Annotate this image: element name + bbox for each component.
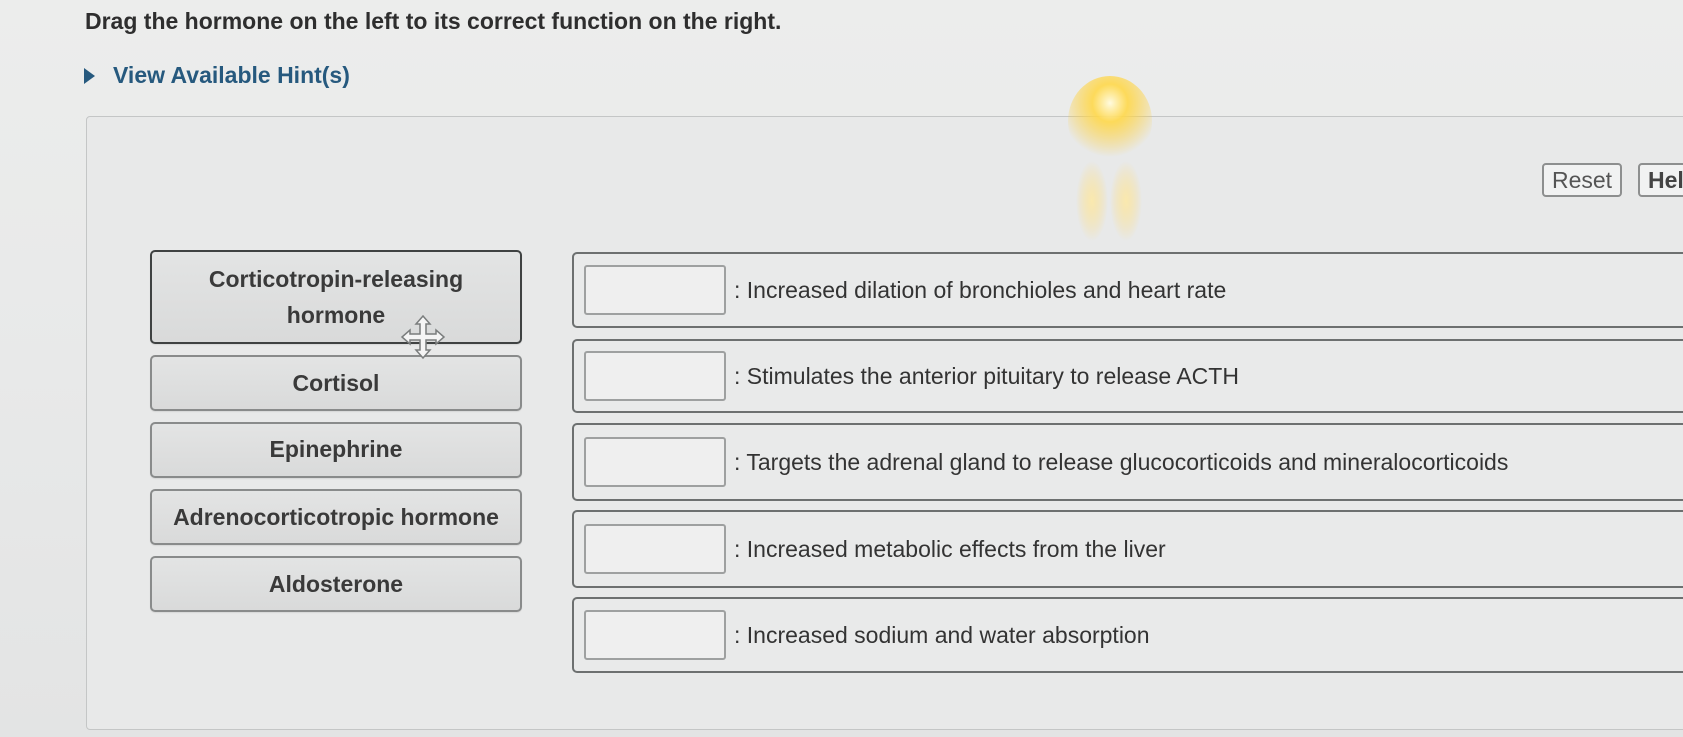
drop-row-3: : Targets the adrenal gland to release g… <box>572 423 1683 501</box>
function-label: : Increased dilation of bronchioles and … <box>734 276 1227 303</box>
drop-row-4: : Increased metabolic effects from the l… <box>572 510 1683 588</box>
function-label: : Increased metabolic effects from the l… <box>734 535 1166 562</box>
draggable-label: Epinephrine <box>269 436 403 462</box>
draggable-aldosterone[interactable]: Aldosterone <box>150 556 522 612</box>
draggable-label-line1: Corticotropin-releasing <box>208 266 464 292</box>
drop-target-3[interactable] <box>584 437 726 487</box>
drop-row-1: : Increased dilation of bronchioles and … <box>572 252 1683 328</box>
instructions-text: Drag the hormone on the left to its corr… <box>85 8 782 34</box>
draggable-adrenocorticotropic-hormone[interactable]: Adrenocorticotropic hormone <box>150 489 522 545</box>
drop-row-2: : Stimulates the anterior pituitary to r… <box>572 339 1683 413</box>
caret-right-icon <box>84 67 95 84</box>
view-hints-toggle[interactable]: View Available Hint(s) <box>84 62 350 89</box>
view-hints-label: View Available Hint(s) <box>113 62 350 88</box>
help-button[interactable]: Hel <box>1638 163 1683 197</box>
function-label: : Increased sodium and water absorption <box>734 621 1150 648</box>
page: Drag the hormone on the left to its corr… <box>0 0 1683 737</box>
drop-target-1[interactable] <box>584 265 726 315</box>
draggable-corticotropin-releasing-hormone[interactable]: Corticotropin-releasing hormone <box>150 250 522 344</box>
function-label: : Stimulates the anterior pituitary to r… <box>734 362 1239 389</box>
drop-target-4[interactable] <box>584 524 726 574</box>
drop-row-5: : Increased sodium and water absorption <box>572 597 1683 673</box>
drop-target-5[interactable] <box>584 610 726 660</box>
move-cursor-icon <box>400 314 446 360</box>
draggable-label-line2: hormone <box>286 302 386 328</box>
function-label: : Targets the adrenal gland to release g… <box>734 448 1509 475</box>
drop-target-2[interactable] <box>584 351 726 401</box>
draggable-label: Adrenocorticotropic hormone <box>173 504 499 530</box>
draggable-label: Cortisol <box>292 370 380 396</box>
draggable-label: Aldosterone <box>268 571 404 597</box>
draggable-cortisol[interactable]: Cortisol <box>150 355 522 411</box>
draggable-epinephrine[interactable]: Epinephrine <box>150 422 522 478</box>
reset-button[interactable]: Reset <box>1542 163 1622 197</box>
